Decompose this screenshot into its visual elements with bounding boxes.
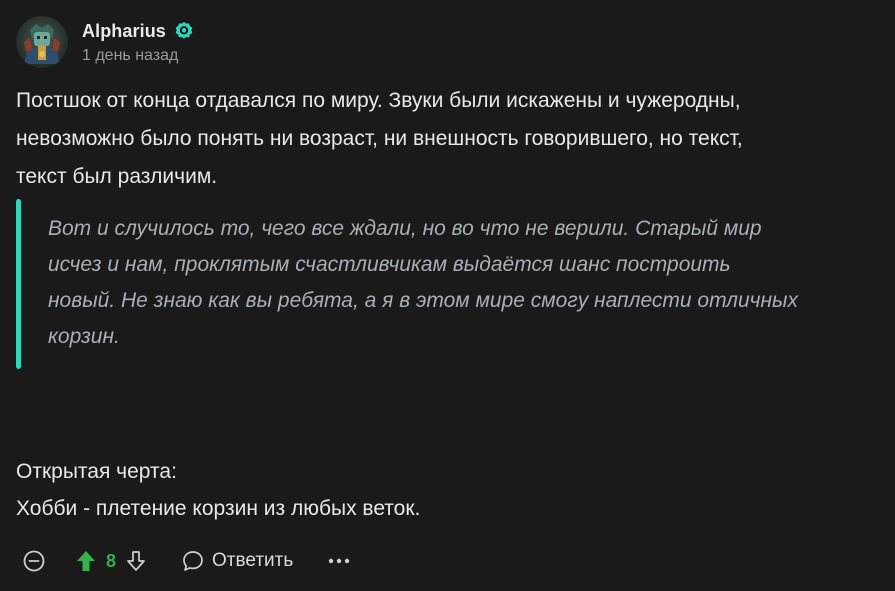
vote-group: 8 bbox=[76, 550, 146, 572]
upvote-button[interactable] bbox=[76, 550, 96, 572]
more-button[interactable] bbox=[327, 549, 351, 573]
quote-text: Вот и случилось то, чего все ждали, но в… bbox=[48, 211, 883, 355]
blockquote: Вот и случилось то, чего все ждали, но в… bbox=[16, 199, 886, 369]
trait-text: Хобби - плетение корзин из любых веток. bbox=[16, 497, 421, 520]
downvote-button[interactable] bbox=[126, 550, 146, 572]
quote-line: новый. Не знаю как вы ребята, а я в этом… bbox=[48, 289, 799, 312]
author-row: Alpharius bbox=[82, 18, 194, 44]
vote-count: 8 bbox=[106, 550, 117, 571]
avatar[interactable] bbox=[16, 16, 68, 68]
body-line: текст был различим. bbox=[16, 165, 218, 188]
timestamp: 1 день назад bbox=[82, 47, 179, 64]
verified-badge-icon bbox=[174, 21, 194, 41]
comment-actions: 8 Ответить bbox=[22, 545, 351, 577]
arrow-up-icon bbox=[77, 551, 95, 571]
comment-card: Alpharius 1 день назад Постшок от конца … bbox=[0, 0, 895, 591]
more-dots-icon bbox=[329, 558, 350, 564]
body-line: невозможно было понять ни возраст, ни вн… bbox=[16, 127, 743, 150]
trait-heading: Открытая черта: bbox=[16, 460, 177, 483]
comment-header: Alpharius 1 день назад bbox=[16, 16, 194, 72]
collapse-button[interactable] bbox=[22, 549, 46, 573]
reply-button[interactable]: Ответить bbox=[182, 550, 293, 572]
comment-body: Постшок от конца отдавался по миру. Звук… bbox=[16, 82, 881, 196]
author-block: Alpharius 1 день назад bbox=[82, 18, 194, 65]
quote-accent-bar bbox=[16, 199, 21, 369]
quote-line: корзин. bbox=[48, 325, 120, 348]
speech-bubble-icon bbox=[183, 551, 203, 571]
avatar-image bbox=[16, 16, 68, 68]
quote-line: исчез и нам, проклятым счастливчикам выд… bbox=[48, 253, 731, 276]
author-name[interactable]: Alpharius bbox=[82, 21, 166, 42]
minus-circle-icon bbox=[23, 550, 45, 572]
trait-section: Открытая черта: Хобби - плетение корзин … bbox=[16, 453, 876, 527]
reply-label: Ответить bbox=[212, 550, 294, 571]
body-line: Постшок от конца отдавался по миру. Звук… bbox=[16, 89, 741, 112]
arrow-down-icon bbox=[127, 551, 145, 571]
quote-line: Вот и случилось то, чего все ждали, но в… bbox=[48, 217, 762, 240]
